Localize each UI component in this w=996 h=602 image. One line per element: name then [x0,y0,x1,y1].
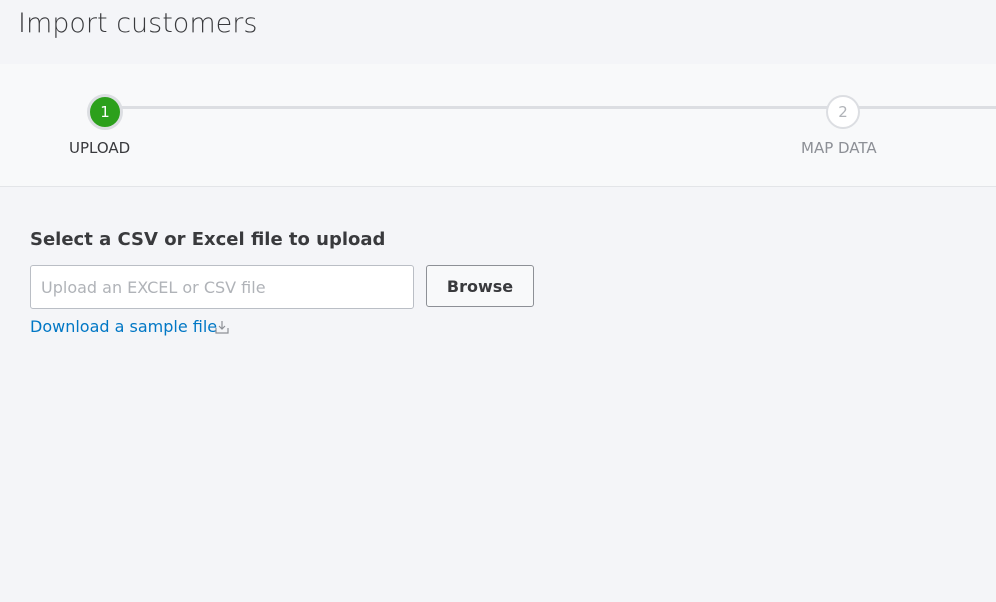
page-title: Import customers [18,8,258,39]
step-2-circle: 2 [826,95,860,129]
download-icon[interactable] [215,320,229,334]
upload-heading: Select a CSV or Excel file to upload [30,229,386,250]
file-upload-input[interactable] [30,265,414,309]
stepper: 1 UPLOAD 2 MAP DATA [0,64,996,187]
browse-button[interactable]: Browse [426,265,534,307]
step-1-circle: 1 [87,94,123,130]
download-sample-link[interactable]: Download a sample file [30,317,217,336]
step-2-label: MAP DATA [801,139,877,157]
step-1-label: UPLOAD [69,139,131,157]
stepper-line [119,106,996,109]
